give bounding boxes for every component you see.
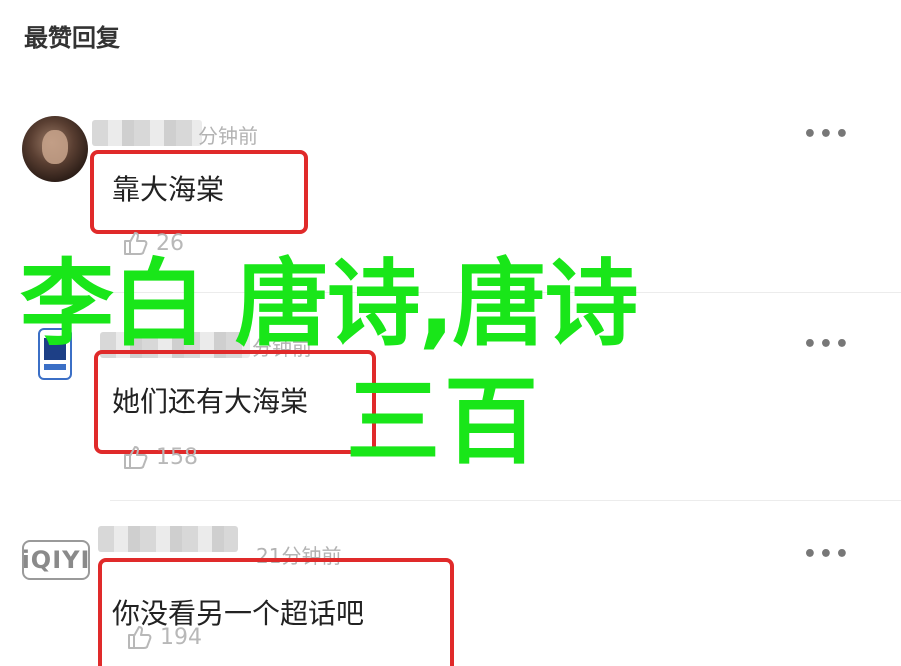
username-redacted[interactable] [92, 120, 202, 146]
comment-timestamp: 分钟前 [198, 124, 258, 148]
like-button[interactable]: 158 [120, 442, 198, 472]
like-count: 194 [160, 624, 202, 650]
more-dots-icon[interactable]: ••• [803, 332, 851, 357]
comment-divider [110, 500, 901, 501]
user-avatar[interactable]: iQIYI [22, 540, 90, 580]
comment-text: 她们还有大海棠 [112, 385, 309, 418]
like-count: 158 [156, 444, 198, 470]
thumbs-up-icon [124, 622, 154, 652]
more-dots-icon[interactable]: ••• [803, 542, 851, 567]
comment-page: 最赞回复 分钟前 ••• 靠大海棠 26 分钟前 ••• 她们还有大海棠 158… [0, 0, 901, 666]
section-title: 最赞回复 [24, 24, 120, 52]
like-button[interactable]: 194 [124, 622, 202, 652]
thumbs-up-icon [120, 442, 150, 472]
comment-text: 靠大海棠 [112, 173, 225, 206]
watermark-text: 三百 [346, 368, 543, 477]
watermark-text: 李白 唐诗,唐诗 [20, 250, 638, 359]
user-avatar[interactable] [22, 116, 88, 182]
more-dots-icon[interactable]: ••• [803, 122, 851, 147]
username-redacted[interactable] [98, 526, 238, 552]
